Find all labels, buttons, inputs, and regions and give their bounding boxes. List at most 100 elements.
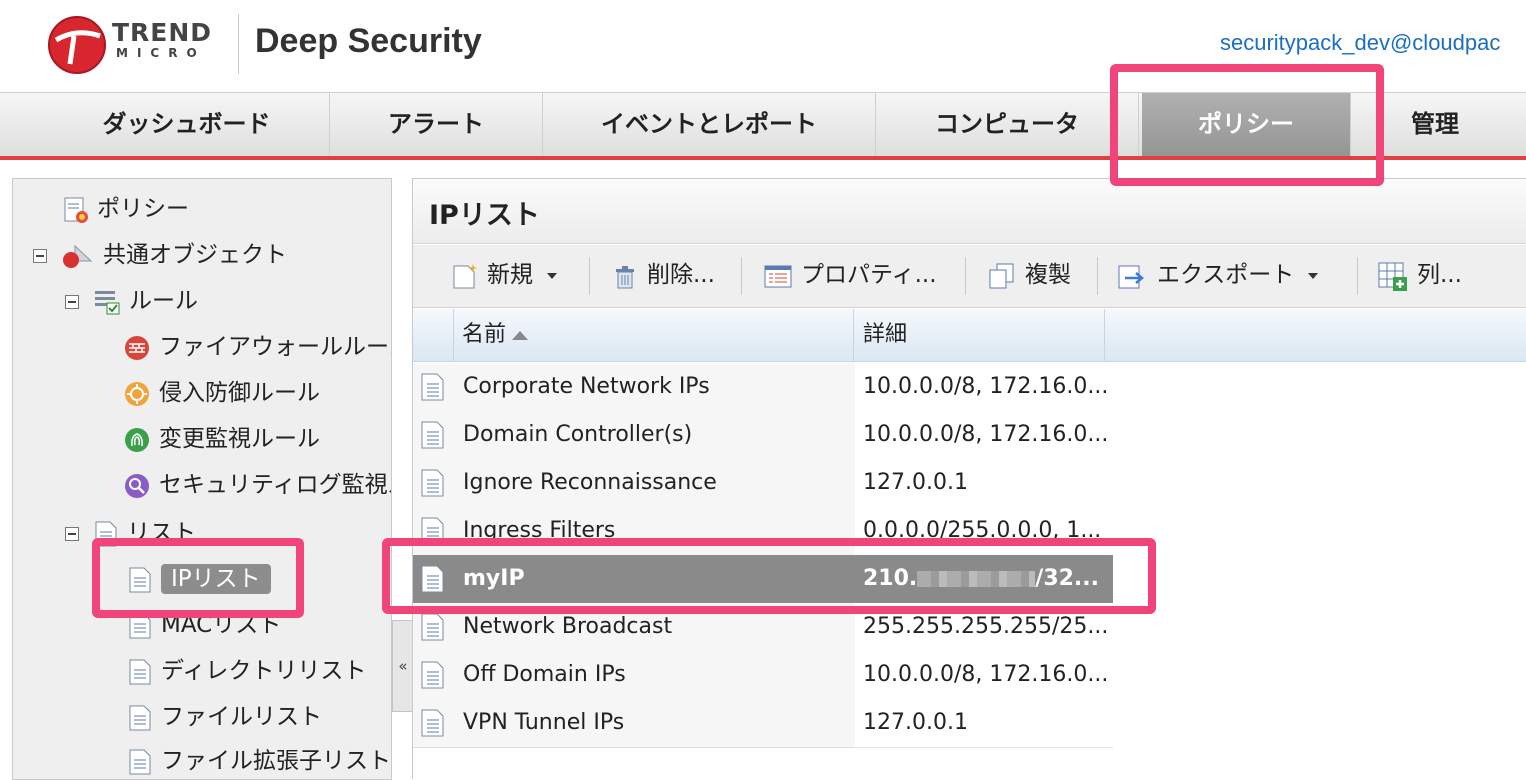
- column-header-detail[interactable]: 詳細: [855, 309, 1105, 361]
- properties-button-label: プロパティ...: [801, 262, 937, 288]
- table-row[interactable]: Ignore Reconnaissance 127.0.0.1: [413, 459, 1113, 508]
- column-header-name-label: 名前: [462, 322, 507, 347]
- nav-tab-alerts[interactable]: アラート: [330, 93, 543, 157]
- cell-name: Off Domain IPs: [463, 651, 853, 699]
- detail-prefix: 210.: [863, 566, 918, 591]
- table-row[interactable]: Corporate Network IPs 10.0.0.0/8, 172.16…: [413, 363, 1113, 412]
- tree-item-intrusion-prevention-rules[interactable]: 侵入防御ルール: [123, 373, 320, 413]
- page-title: IPリスト: [429, 200, 540, 231]
- tree-item-firewall-rules[interactable]: ファイアウォールルール: [123, 327, 392, 367]
- columns-icon: [1378, 262, 1407, 291]
- brand-line1: TREND: [112, 18, 213, 47]
- collapse-toggle-common-objects[interactable]: [33, 249, 47, 263]
- table-row[interactable]: Domain Controller(s) 10.0.0.0/8, 172.16.…: [413, 411, 1113, 460]
- tree-item-label: ファイアウォールルール: [159, 334, 392, 360]
- tree-item-common-objects[interactable]: 共通オブジェクト: [61, 235, 287, 275]
- common-objects-icon: [63, 244, 93, 268]
- tree-item-label: ポリシー: [97, 196, 189, 222]
- tree-item-label: ファイル拡張子リスト: [161, 748, 391, 774]
- tree-item-file-lists[interactable]: ファイルリスト: [127, 697, 322, 737]
- cell-detail: 127.0.0.1: [855, 459, 1113, 507]
- nav-tab-dashboard[interactable]: ダッシュボード: [44, 93, 330, 157]
- detail-suffix: /32...: [1035, 566, 1100, 591]
- column-header-name[interactable]: 名前: [454, 309, 854, 361]
- tree-item-label: ルール: [129, 288, 198, 314]
- new-document-icon: [453, 263, 477, 288]
- table-row[interactable]: Network Broadcast 255.255.255.255/25...: [413, 603, 1113, 652]
- sort-ascending-icon: [512, 330, 529, 340]
- toolbar-separator: [1097, 257, 1098, 295]
- tree-item-label: セキュリティログ監視ルール: [159, 472, 391, 498]
- tree-item-file-extension-lists[interactable]: ファイル拡張子リスト: [127, 741, 391, 779]
- toolbar-separator: [589, 257, 590, 295]
- cell-name: Network Broadcast: [463, 603, 853, 651]
- tree-item-rules[interactable]: ルール: [93, 281, 198, 321]
- intrusion-prevention-icon: [125, 381, 149, 406]
- list-document-icon: [421, 421, 444, 449]
- export-button[interactable]: エクスポート: [1117, 253, 1319, 297]
- cell-detail: 255.255.255.255/25...: [855, 603, 1113, 651]
- cell-name: Corporate Network IPs: [463, 363, 853, 411]
- new-button-label: 新規: [487, 262, 533, 288]
- rules-icon: [95, 290, 120, 314]
- list-document-icon: [129, 749, 151, 774]
- app-header: TREND MICRO Deep Security securitypack_d…: [0, 0, 1526, 92]
- cell-name: Ignore Reconnaissance: [463, 459, 853, 507]
- tree-item-label: 共通オブジェクト: [103, 242, 287, 268]
- main-nav: ダッシュボード アラート イベントとレポート コンピュータ ポリシー 管理: [0, 92, 1526, 157]
- properties-icon: [764, 265, 792, 287]
- collapse-toggle-rules[interactable]: [65, 295, 79, 309]
- cell-detail: 127.0.0.1: [855, 699, 1113, 747]
- list-document-icon: [421, 565, 444, 593]
- chevron-down-icon[interactable]: [547, 272, 557, 279]
- list-document-icon: [129, 613, 151, 638]
- user-account-link[interactable]: securitypack_dev@cloudpac: [1220, 30, 1500, 56]
- list-document-icon: [421, 613, 444, 641]
- nav-tab-policies[interactable]: ポリシー: [1142, 93, 1351, 157]
- brand-divider: [238, 14, 239, 74]
- columns-button-label: 列...: [1417, 262, 1462, 288]
- nav-tab-computers[interactable]: コンピュータ: [876, 93, 1139, 157]
- list-document-icon: [129, 659, 151, 684]
- nav-tab-administration[interactable]: 管理: [1352, 93, 1518, 157]
- sidebar-collapse-button[interactable]: «: [392, 620, 414, 712]
- nav-tab-events-reports[interactable]: イベントとレポート: [543, 93, 876, 157]
- tree-item-log-inspection-rules[interactable]: セキュリティログ監視ルール: [123, 465, 391, 505]
- tree-item-mac-lists[interactable]: MACリスト: [127, 605, 281, 645]
- collapse-toggle-lists[interactable]: [65, 527, 79, 541]
- cell-detail: 210. /32...: [855, 555, 1113, 603]
- integrity-monitoring-icon: [125, 427, 149, 452]
- columns-button[interactable]: 列...: [1377, 253, 1462, 297]
- new-button[interactable]: 新規: [451, 253, 557, 297]
- list-document-icon: [129, 705, 151, 730]
- list-document-icon: [421, 373, 444, 401]
- delete-button[interactable]: 削除...: [611, 253, 715, 297]
- tree-item-label: ディレクトリリスト: [161, 658, 367, 684]
- duplicate-button[interactable]: 複製: [987, 253, 1071, 297]
- table-row[interactable]: Ingress Filters 0.0.0.0/255.0.0.0, 1...: [413, 507, 1113, 556]
- cell-name: VPN Tunnel IPs: [463, 699, 853, 747]
- delete-button-label: 削除...: [647, 262, 715, 288]
- chevron-down-icon[interactable]: [1308, 272, 1319, 279]
- tree-item-lists[interactable]: リスト: [93, 513, 196, 553]
- table-row-selected[interactable]: myIP 210. /32...: [413, 555, 1113, 604]
- list-document-icon: [129, 567, 151, 592]
- cell-detail: 0.0.0.0/255.0.0.0, 1...: [855, 507, 1113, 555]
- export-icon: [1118, 265, 1144, 288]
- main-panel: IPリスト 新規 削除... プロパティ... 複製 エクスポート 列... 名…: [412, 178, 1526, 779]
- tree-item-directory-lists[interactable]: ディレクトリリスト: [127, 651, 366, 691]
- tree-item-label: リスト: [127, 520, 196, 546]
- trend-micro-logo-icon: [48, 16, 106, 74]
- duplicate-button-label: 複製: [1025, 262, 1071, 288]
- firewall-icon: [125, 335, 149, 360]
- table-row[interactable]: VPN Tunnel IPs 127.0.0.1: [413, 699, 1113, 748]
- toolbar: 新規 削除... プロパティ... 複製 エクスポート 列...: [413, 245, 1526, 308]
- tree-item-integrity-monitoring-rules[interactable]: 変更監視ルール: [123, 419, 320, 459]
- duplicate-icon: [989, 263, 1014, 288]
- tree-item-policies[interactable]: ポリシー: [63, 189, 189, 229]
- table-row[interactable]: Off Domain IPs 10.0.0.0/8, 172.16.0...: [413, 651, 1113, 700]
- tree-item-ip-lists[interactable]: IPリスト: [127, 559, 271, 599]
- sidebar-tree: ポリシー 共通オブジェクト ルール ファイアウォールルール 侵入防御ルール 変更…: [12, 178, 392, 780]
- properties-button[interactable]: プロパティ...: [763, 253, 937, 297]
- cell-detail: 10.0.0.0/8, 172.16.0...: [855, 411, 1113, 459]
